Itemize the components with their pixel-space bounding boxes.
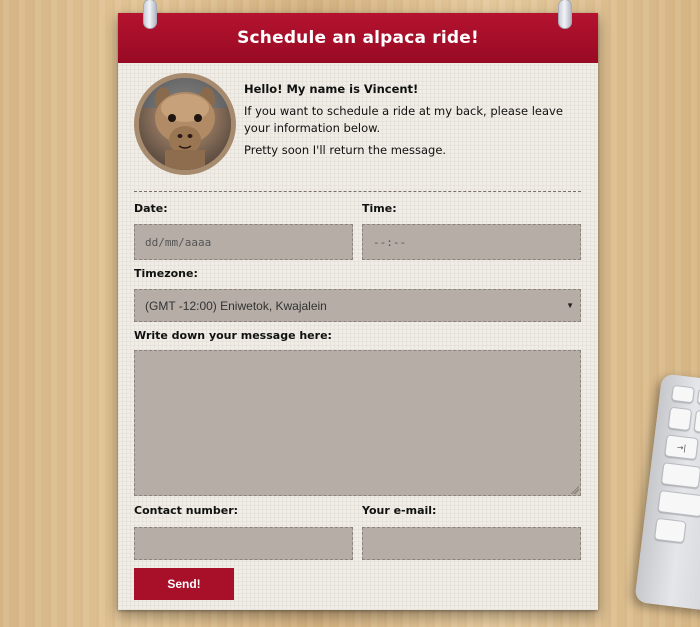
paper-clip-left <box>143 0 157 29</box>
message-label: Write down your message here: <box>134 329 332 342</box>
dropdown-caret-icon: ▼ <box>566 301 574 310</box>
date-label: Date: <box>134 202 168 215</box>
form-header: Schedule an alpaca ride! <box>118 13 598 63</box>
time-input[interactable]: --:-- <box>362 224 581 260</box>
message-textarea[interactable] <box>134 350 581 496</box>
intro-greeting: Hello! My name is Vincent! <box>244 82 419 96</box>
keyboard-key <box>671 384 695 404</box>
keyboard-key <box>667 406 693 432</box>
alpaca-avatar <box>134 73 236 175</box>
intro-line-1: If you want to schedule a ride at my bac… <box>244 104 563 135</box>
contact-label: Contact number: <box>134 504 239 517</box>
keyboard-key <box>660 462 700 489</box>
time-placeholder: --:-- <box>373 235 407 249</box>
keyboard-key <box>654 517 687 544</box>
intro-section: Hello! My name is Vincent! If you want t… <box>134 73 574 175</box>
keyboard-decoration: →| <box>634 373 700 613</box>
timezone-select[interactable]: (GMT -12:00) Eniwetok, Kwajalein ▼ <box>134 289 581 322</box>
section-divider <box>134 191 581 192</box>
paper-clip-right <box>558 0 572 29</box>
alpaca-photo-icon <box>139 78 231 170</box>
timezone-selected-value: (GMT -12:00) Eniwetok, Kwajalein <box>145 298 327 313</box>
date-placeholder: dd/mm/aaaa <box>145 235 212 249</box>
send-button[interactable]: Send! <box>134 568 234 600</box>
resize-handle-icon[interactable] <box>571 486 579 494</box>
date-input[interactable]: dd/mm/aaaa <box>134 224 353 260</box>
keyboard-key <box>693 409 700 435</box>
intro-line-2: Pretty soon I'll return the message. <box>244 143 447 157</box>
email-input[interactable] <box>362 527 581 560</box>
intro-text: Hello! My name is Vincent! If you want t… <box>244 81 564 164</box>
time-label: Time: <box>362 202 397 215</box>
email-label: Your e-mail: <box>362 504 437 517</box>
keyboard-key <box>657 489 700 518</box>
timezone-label: Timezone: <box>134 267 198 280</box>
contact-input[interactable] <box>134 527 353 560</box>
page-title: Schedule an alpaca ride! <box>237 28 479 48</box>
tab-key: →| <box>664 434 699 461</box>
form-paper: Schedule an alpaca ride! Hello! My name … <box>118 0 598 610</box>
